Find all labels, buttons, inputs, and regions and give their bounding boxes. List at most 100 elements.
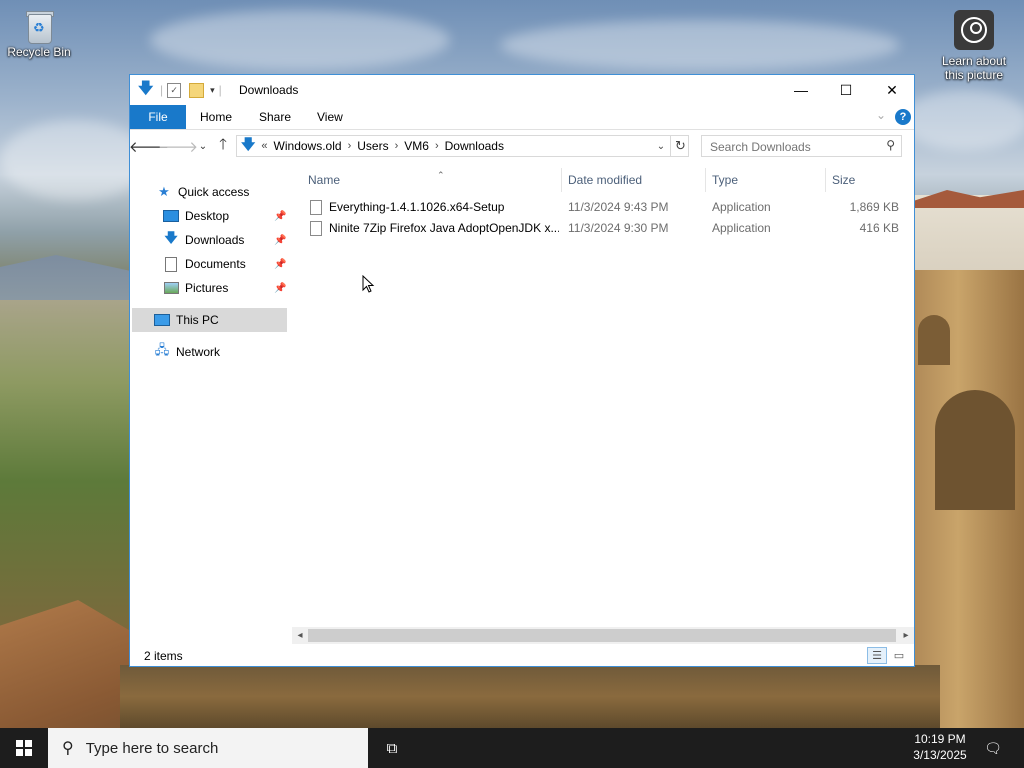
bridge-arch [935,390,1015,510]
column-header-label: Name [308,173,341,187]
application-file-icon [310,221,322,236]
breadcrumb-windows-old[interactable]: Windows.old [270,139,346,153]
valley [0,300,140,630]
star-icon: ★ [158,184,170,199]
column-header-size[interactable]: Size [826,168,904,192]
column-header-type[interactable]: Type [706,168,826,192]
roofs [914,190,1024,208]
tab-view[interactable]: View [303,105,357,129]
customize-toolbar-chevron-icon[interactable]: ▾ [210,85,215,96]
breadcrumb-users[interactable]: Users [353,139,392,153]
address-bar[interactable]: 🡇 « Windows.old › Users › VM6 › Download… [236,135,689,157]
clock[interactable]: 10:19 PM 3/13/2025 [900,731,980,763]
column-header-label: Size [832,173,856,187]
download-icon: 🡇 [241,136,256,152]
nav-item-label: This PC [176,313,219,327]
breadcrumb-vm6[interactable]: VM6 [400,139,433,153]
nav-item-downloads[interactable]: 🡇 Downloads [163,229,244,251]
task-view-button[interactable]: ⧉ [376,728,408,768]
separator: | [218,83,222,97]
search-box[interactable]: ⚲ [701,135,902,157]
file-size: 416 KB [859,221,899,235]
pin-icon[interactable]: 📌 [274,235,286,246]
expand-ribbon-chevron-icon[interactable]: ⌄ [876,108,886,122]
back-button[interactable]: 🡐 [129,135,169,157]
search-icon: ⚲ [62,740,74,757]
taskbar-search[interactable]: ⚲ Type here to search [48,728,368,768]
nav-item-this-pc[interactable]: This PC [154,309,219,331]
clock-time: 10:19 PM [914,732,966,746]
nav-item-desktop[interactable]: Desktop [163,205,229,227]
table-row[interactable]: Everything-1.4.1.1026.x64-Setup 11/3/202… [304,197,904,218]
nav-item-label: Documents [185,257,246,271]
horizontal-scrollbar[interactable]: ◂ ▸ [292,627,914,644]
refresh-button[interactable]: ↻ [670,135,690,157]
separator: | [160,83,164,97]
desktop-icon-label: Learn about this picture [941,54,1007,82]
navigation-bar: 🡐 🡒 ⌄ 🡑 🡇 « Windows.old › Users › VM6 › … [129,130,914,163]
status-bar: 2 items ☰ ▭ [130,644,914,666]
pin-icon[interactable]: 📌 [274,283,286,294]
desktop-icon-recycle-bin[interactable]: ♻ Recycle Bin [1,8,77,59]
forward-button[interactable]: 🡒 [158,135,198,157]
pin-icon[interactable]: 📌 [274,211,286,222]
ribbon-tabs: File Home Share View ⌄ ? [130,105,914,130]
properties-icon[interactable]: ✓ [167,82,182,98]
file-name: Everything-1.4.1.1026.x64-Setup [329,200,505,214]
tab-share[interactable]: Share [245,105,305,129]
address-overflow[interactable]: « [259,140,269,152]
close-button[interactable]: ✕ [869,75,915,105]
maximize-button[interactable]: ☐ [823,75,869,105]
nav-item-pictures[interactable]: Pictures [163,277,228,299]
new-folder-icon[interactable] [189,82,205,98]
download-icon[interactable]: 🡇 [138,78,156,103]
column-header-label: Type [712,173,739,187]
cloud [150,10,450,70]
help-icon[interactable]: ? [895,109,911,125]
taskbar-search-placeholder: Type here to search [85,739,219,757]
nav-quick-access[interactable]: ★ Quick access [156,181,249,203]
chevron-right-icon[interactable]: › [346,140,354,152]
nav-item-label: Downloads [185,233,245,247]
large-icons-view-button[interactable]: ▭ [889,647,909,664]
bridge-arch [918,315,950,365]
file-date: 11/3/2024 9:30 PM [568,221,669,235]
recent-locations-chevron-icon[interactable]: ⌄ [192,135,214,157]
notification-center-icon[interactable]: 🗨 [978,728,1008,768]
desktop-icon [163,208,179,224]
column-header-label: Date modified [568,173,643,187]
desktop-icon-learn-about-picture[interactable]: Learn about this picture [936,10,1012,82]
computer-icon [154,312,170,328]
item-count: 2 items [144,649,183,663]
address-history-chevron-icon[interactable]: ⌄ [653,135,669,157]
table-row[interactable]: Ninite 7Zip Firefox Java AdoptOpenJDK x.… [304,218,904,239]
application-file-icon [310,200,322,215]
camera-icon [954,10,994,50]
nav-item-documents[interactable]: Documents [163,253,246,275]
tab-home[interactable]: Home [186,105,246,129]
cloud [900,90,1024,150]
nav-item-network[interactable]: 🖧 Network [154,341,220,363]
chevron-right-icon[interactable]: › [393,140,401,152]
tab-file[interactable]: File [130,105,186,129]
chevron-right-icon[interactable]: › [433,140,441,152]
pin-icon[interactable]: 📌 [274,259,286,270]
up-button[interactable]: 🡑 [212,135,234,157]
file-type: Application [712,221,771,235]
breadcrumb-downloads[interactable]: Downloads [441,139,508,153]
search-input[interactable] [708,137,882,157]
cloud [0,120,150,200]
title-bar[interactable]: 🡇 | ✓ ▾ | Downloads — ☐ ✕ [130,75,914,105]
desktop-icon-label: Recycle Bin [7,45,71,59]
start-button[interactable] [0,728,48,768]
column-header-date-modified[interactable]: Date modified [562,168,706,192]
scrollbar-thumb[interactable] [308,629,896,642]
column-header-name[interactable]: ⌃ Name [302,168,562,192]
details-view-button[interactable]: ☰ [867,647,887,664]
scroll-right-icon[interactable]: ▸ [898,628,914,643]
file-type: Application [712,200,771,214]
nav-item-label: Quick access [178,185,250,199]
scroll-left-icon[interactable]: ◂ [292,628,308,643]
clock-date: 3/13/2025 [913,748,967,762]
minimize-button[interactable]: — [778,75,824,105]
